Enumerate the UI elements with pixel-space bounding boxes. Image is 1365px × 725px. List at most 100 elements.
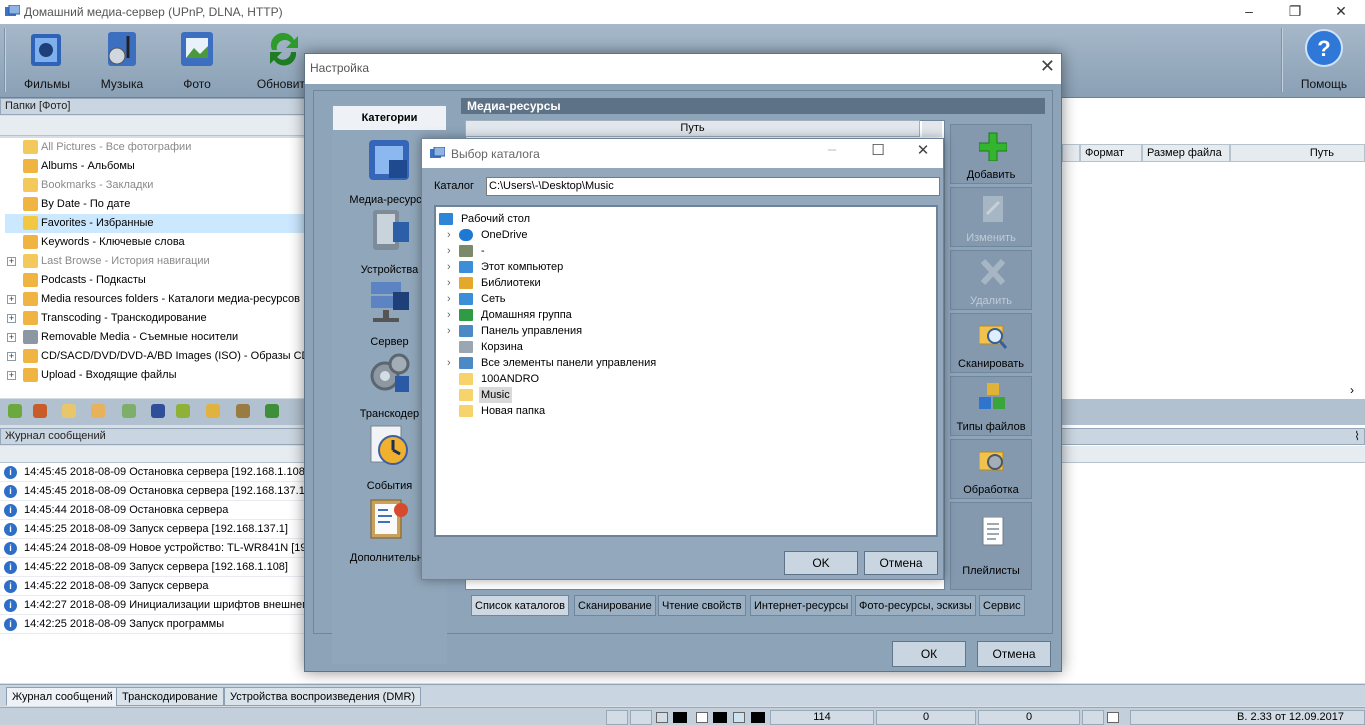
folder-tree-item[interactable]: By Date - По дате (5, 195, 305, 214)
file-types-button[interactable]: Типы файлов (950, 376, 1032, 436)
maximize-button[interactable]: ❐ (1272, 0, 1318, 24)
maximize-button[interactable]: ☐ (855, 141, 901, 159)
folder-tree-item[interactable]: + CD/SACD/DVD/DVD-A/BD Images (ISO) - Обр… (5, 347, 454, 366)
expand-icon[interactable]: + (7, 314, 16, 323)
path-column-options-icon[interactable] (922, 121, 942, 137)
log-row[interactable]: i 14:42:25 2018-08-09 Запуск программы (0, 615, 305, 634)
folder-tree-node[interactable]: › Этот компьютер (436, 259, 926, 275)
folder-tree-node[interactable]: Новая папка (436, 403, 926, 419)
expand-icon[interactable]: + (7, 333, 16, 342)
tab-read-properties[interactable]: Чтение свойств (658, 595, 746, 616)
close-button[interactable]: ✕ (1318, 0, 1364, 24)
expand-icon[interactable]: + (7, 257, 16, 266)
tab-scanning[interactable]: Сканирование (574, 595, 656, 616)
folder-tree-node[interactable]: Music (436, 387, 926, 403)
chevron-right-icon[interactable]: › (447, 227, 451, 243)
column-path[interactable]: Путь (1230, 144, 1365, 162)
column-format[interactable]: Формат (1080, 144, 1142, 162)
folder-action-icon[interactable] (62, 404, 76, 418)
save-icon[interactable] (151, 404, 165, 418)
ok-button[interactable]: OK (784, 551, 858, 575)
tab-service[interactable]: Сервис (979, 595, 1025, 616)
minimize-button[interactable]: – (809, 141, 855, 158)
expand-icon[interactable]: + (7, 352, 16, 361)
color-wheel-icon[interactable] (630, 710, 652, 725)
tab-photo-resources[interactable]: Фото-ресурсы, эскизы (855, 595, 976, 616)
folder-tree-node[interactable]: Рабочий стол (436, 211, 926, 227)
tab-dmr-devices[interactable]: Устройства воспроизведения (DMR) (224, 687, 422, 706)
folder-tree-item[interactable]: + Removable Media - Съемные носители (5, 328, 305, 347)
folder-tree-item[interactable]: + Transcoding - Транскодирование (5, 309, 305, 328)
edit-button[interactable]: Изменить (950, 187, 1032, 247)
chevron-right-icon[interactable]: › (447, 307, 451, 323)
column-path-header[interactable]: Путь (465, 120, 920, 137)
help-button[interactable]: ? Помощь (1290, 26, 1358, 94)
folder-tree-node[interactable]: › Панель управления (436, 323, 926, 339)
folder-action-icon[interactable] (176, 404, 190, 418)
folder-tree-item[interactable]: + Last Browse - История навигации (5, 252, 305, 271)
movies-button[interactable]: Фильмы (13, 26, 81, 94)
log-row[interactable]: i 14:45:44 2018-08-09 Остановка сервера (0, 501, 305, 520)
swatch[interactable] (733, 712, 745, 723)
catalog-path-input[interactable]: C:\Users\-\Desktop\Music (486, 177, 940, 196)
folder-tree-item[interactable]: Podcasts - Подкасты (5, 271, 305, 290)
folder-tree-item[interactable]: Albums - Альбомы (5, 157, 305, 176)
swatch[interactable] (713, 712, 727, 723)
chevron-right-icon[interactable]: › (447, 355, 451, 371)
log-row[interactable]: i 14:45:22 2018-08-09 Запуск сервера (0, 577, 305, 596)
folder-action-icon[interactable] (236, 404, 250, 418)
folder-tree-node[interactable]: › OneDrive (436, 227, 926, 243)
scroll-right-icon[interactable]: › (1350, 383, 1354, 397)
folder-tree-node[interactable]: 100ANDRO (436, 371, 926, 387)
cancel-button[interactable]: Отмена (864, 551, 938, 575)
lock-icon[interactable] (1082, 710, 1104, 725)
chevron-right-icon[interactable]: › (447, 243, 451, 259)
processing-button[interactable]: Обработка (950, 439, 1032, 499)
column-file-size[interactable]: Размер файла (1142, 144, 1230, 162)
folder-action-icon[interactable] (8, 404, 22, 418)
cancel-button[interactable]: Отмена (977, 641, 1051, 667)
folder-tree-node[interactable]: › Библиотеки (436, 275, 926, 291)
add-button[interactable]: Добавить (950, 124, 1032, 184)
tab-internet-resources[interactable]: Интернет-ресурсы (750, 595, 853, 616)
folder-tree-node[interactable]: › Сеть (436, 291, 926, 307)
chevron-right-icon[interactable]: › (447, 259, 451, 275)
chevron-right-icon[interactable]: › (447, 275, 451, 291)
swatch[interactable] (673, 712, 687, 723)
folder-tree-item[interactable]: + Media resources folders - Каталоги меди… (5, 290, 305, 309)
expand-icon[interactable]: + (7, 295, 16, 304)
folder-action-icon[interactable] (91, 404, 105, 418)
tab-message-log[interactable]: Журнал сообщений (6, 687, 119, 706)
log-row[interactable]: i 14:45:45 2018-08-09 Остановка сервера [… (0, 463, 305, 482)
close-icon[interactable]: ✕ (1040, 56, 1055, 77)
log-row[interactable]: i 14:42:27 2018-08-09 Инициализации шрифт… (0, 596, 305, 615)
log-row[interactable]: i 14:45:25 2018-08-09 Запуск сервера [192… (0, 520, 305, 539)
swatch[interactable] (656, 712, 668, 723)
folder-tree-node[interactable]: › - (436, 243, 926, 259)
ok-button[interactable]: ОК (892, 641, 966, 667)
delete-button[interactable]: Удалить (950, 250, 1032, 310)
folder-tree-node[interactable]: › Домашняя группа (436, 307, 926, 323)
tab-transcoding[interactable]: Транскодирование (116, 687, 224, 706)
photo-button[interactable]: Фото (163, 26, 231, 94)
chevron-right-icon[interactable]: › (447, 323, 451, 339)
folder-tree-item[interactable]: All Pictures - Все фотографии (5, 138, 305, 157)
expand-icon[interactable]: + (7, 371, 16, 380)
folder-action-icon[interactable] (33, 404, 47, 418)
close-button[interactable]: ✕ (900, 141, 946, 159)
log-row[interactable]: i 14:45:45 2018-08-09 Остановка сервера [… (0, 482, 305, 501)
log-row[interactable]: i 14:45:24 2018-08-09 Новое устройство: T… (0, 539, 305, 558)
minimize-button[interactable]: – (1226, 0, 1272, 24)
swatch[interactable] (751, 712, 765, 723)
folder-tree-node[interactable]: Корзина (436, 339, 926, 355)
folder-tree-item[interactable]: Favorites - Избранные (5, 214, 305, 233)
folder-tree-item[interactable]: Bookmarks - Закладки (5, 176, 305, 195)
music-button[interactable]: Музыка (88, 26, 156, 94)
folder-tree-item[interactable]: + Upload - Входящие файлы (5, 366, 305, 385)
folder-tree-item[interactable]: Keywords - Ключевые слова (5, 233, 305, 252)
folder-action-icon[interactable] (122, 404, 136, 418)
scan-button[interactable]: Сканировать (950, 313, 1032, 373)
playlists-button[interactable]: Плейлисты (950, 502, 1032, 590)
tab-folder-list[interactable]: Список каталогов (471, 595, 570, 616)
folder-action-icon[interactable] (265, 404, 279, 418)
